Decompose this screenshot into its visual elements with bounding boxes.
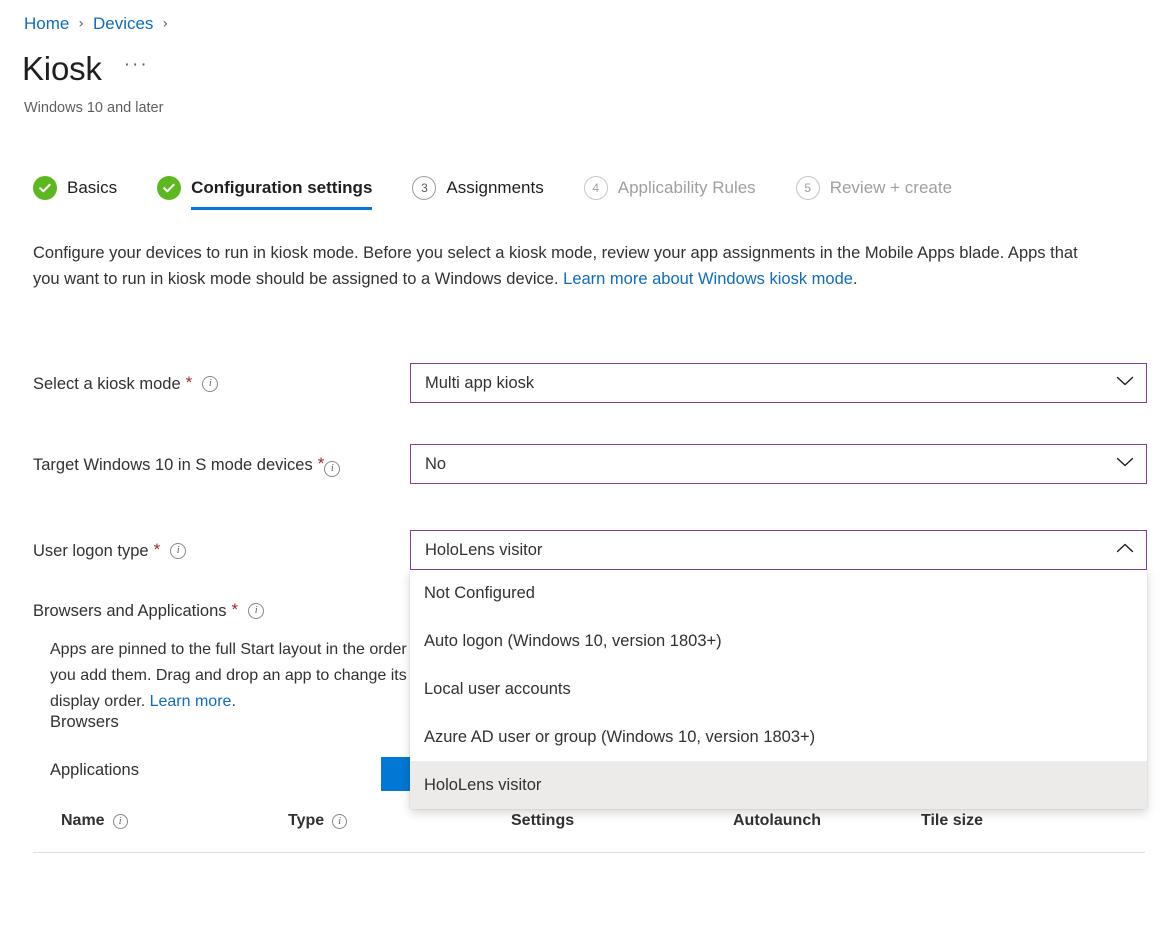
page-title: Kiosk (22, 52, 102, 85)
dropdown-option-hololens-visitor[interactable]: HoloLens visitor (410, 761, 1147, 809)
dropdown-option-not-configured[interactable]: Not Configured (410, 569, 1147, 617)
breadcrumb-separator-icon: › (162, 16, 168, 32)
more-options-icon[interactable]: ··· (124, 54, 149, 76)
page-subtitle: Windows 10 and later (24, 100, 163, 116)
breadcrumb-item-home[interactable]: Home (24, 14, 69, 34)
wizard-step-label: Review + create (830, 178, 952, 198)
info-icon[interactable]: i (113, 814, 128, 829)
label-text: User logon type (33, 539, 149, 563)
user-logon-type-label: User logon type * i (33, 539, 186, 563)
note-text-end: . (231, 693, 235, 710)
user-logon-type-value: HoloLens visitor (425, 541, 542, 560)
table-column-autolaunch: Autolaunch (733, 812, 821, 830)
column-label: Type (288, 812, 324, 830)
table-column-name: Name i (61, 812, 128, 830)
info-icon[interactable]: i (324, 461, 340, 477)
description-text: Configure your devices to run in kiosk m… (33, 244, 1078, 288)
wizard-steps: Basics Configuration settings 3 Assignme… (33, 176, 952, 214)
wizard-step-basics[interactable]: Basics (33, 176, 117, 214)
page-title-row: Kiosk ··· (22, 52, 149, 85)
label-text: Select a kiosk mode (33, 372, 181, 396)
required-marker: * (318, 453, 325, 475)
learn-more-apps-link[interactable]: Learn more (150, 693, 232, 710)
kiosk-mode-label: Select a kiosk mode * i (33, 372, 218, 396)
wizard-step-label: Assignments (446, 178, 543, 198)
info-icon[interactable]: i (170, 543, 186, 559)
dropdown-option-auto-logon[interactable]: Auto logon (Windows 10, version 1803+) (410, 617, 1147, 665)
browsers-applications-note: Apps are pinned to the full Start layout… (50, 637, 410, 715)
info-icon[interactable]: i (332, 814, 347, 829)
dropdown-option-local-user-accounts[interactable]: Local user accounts (410, 665, 1147, 713)
description-text-end: . (853, 270, 858, 288)
learn-more-kiosk-link[interactable]: Learn more about Windows kiosk mode (563, 270, 853, 288)
kiosk-configuration-page: Home › Devices › Kiosk ··· Windows 10 an… (0, 0, 1167, 925)
column-label: Autolaunch (733, 812, 821, 830)
applications-row-label: Applications (50, 761, 139, 780)
page-description: Configure your devices to run in kiosk m… (33, 240, 1105, 292)
column-label: Tile size (921, 812, 983, 830)
label-text: Target Windows 10 in S mode devices (33, 453, 313, 477)
wizard-step-assignments[interactable]: 3 Assignments (412, 176, 543, 214)
wizard-step-label: Applicability Rules (618, 178, 756, 198)
kiosk-mode-dropdown[interactable]: Multi app kiosk (410, 363, 1147, 403)
required-marker: * (154, 539, 161, 561)
table-header-divider (33, 852, 1145, 853)
required-marker: * (232, 599, 239, 621)
wizard-step-configuration-settings[interactable]: Configuration settings (157, 176, 372, 214)
table-column-tile-size: Tile size (921, 812, 983, 830)
dropdown-option-azure-ad-user-or-group[interactable]: Azure AD user or group (Windows 10, vers… (410, 713, 1147, 761)
wizard-step-review-create[interactable]: 5 Review + create (796, 176, 952, 214)
s-mode-value: No (425, 455, 446, 474)
wizard-step-label: Configuration settings (191, 178, 372, 198)
apps-table-header: Name i Type i Settings Autolaunch Tile s… (33, 812, 1145, 848)
label-text: Browsers and Applications (33, 599, 227, 623)
user-logon-type-option-list: Not Configured Auto logon (Windows 10, v… (410, 569, 1147, 809)
step-number-badge: 4 (584, 176, 608, 200)
column-label: Settings (511, 812, 574, 830)
kiosk-mode-value: Multi app kiosk (425, 374, 534, 393)
breadcrumb-separator-icon: › (78, 16, 84, 32)
s-mode-dropdown[interactable]: No (410, 444, 1147, 484)
browsers-applications-label: Browsers and Applications * i (33, 599, 264, 623)
column-label: Name (61, 812, 105, 830)
wizard-step-label: Basics (67, 178, 117, 198)
check-circle-icon (157, 176, 181, 200)
table-column-type: Type i (288, 812, 347, 830)
chevron-down-icon (1116, 455, 1134, 473)
table-column-settings: Settings (511, 812, 574, 830)
browsers-row-label: Browsers (50, 713, 119, 732)
info-icon[interactable]: i (202, 376, 218, 392)
wizard-step-applicability-rules[interactable]: 4 Applicability Rules (584, 176, 756, 214)
required-marker: * (186, 372, 193, 394)
breadcrumb-item-devices[interactable]: Devices (93, 14, 153, 34)
chevron-down-icon (1116, 374, 1134, 392)
info-icon[interactable]: i (248, 603, 264, 619)
check-circle-icon (33, 176, 57, 200)
breadcrumb: Home › Devices › (24, 14, 177, 34)
s-mode-label: Target Windows 10 in S mode devices * i (33, 453, 340, 477)
user-logon-type-dropdown[interactable]: HoloLens visitor (410, 530, 1147, 570)
step-number-badge: 3 (412, 176, 436, 200)
step-number-badge: 5 (796, 176, 820, 200)
chevron-up-icon (1116, 541, 1134, 559)
